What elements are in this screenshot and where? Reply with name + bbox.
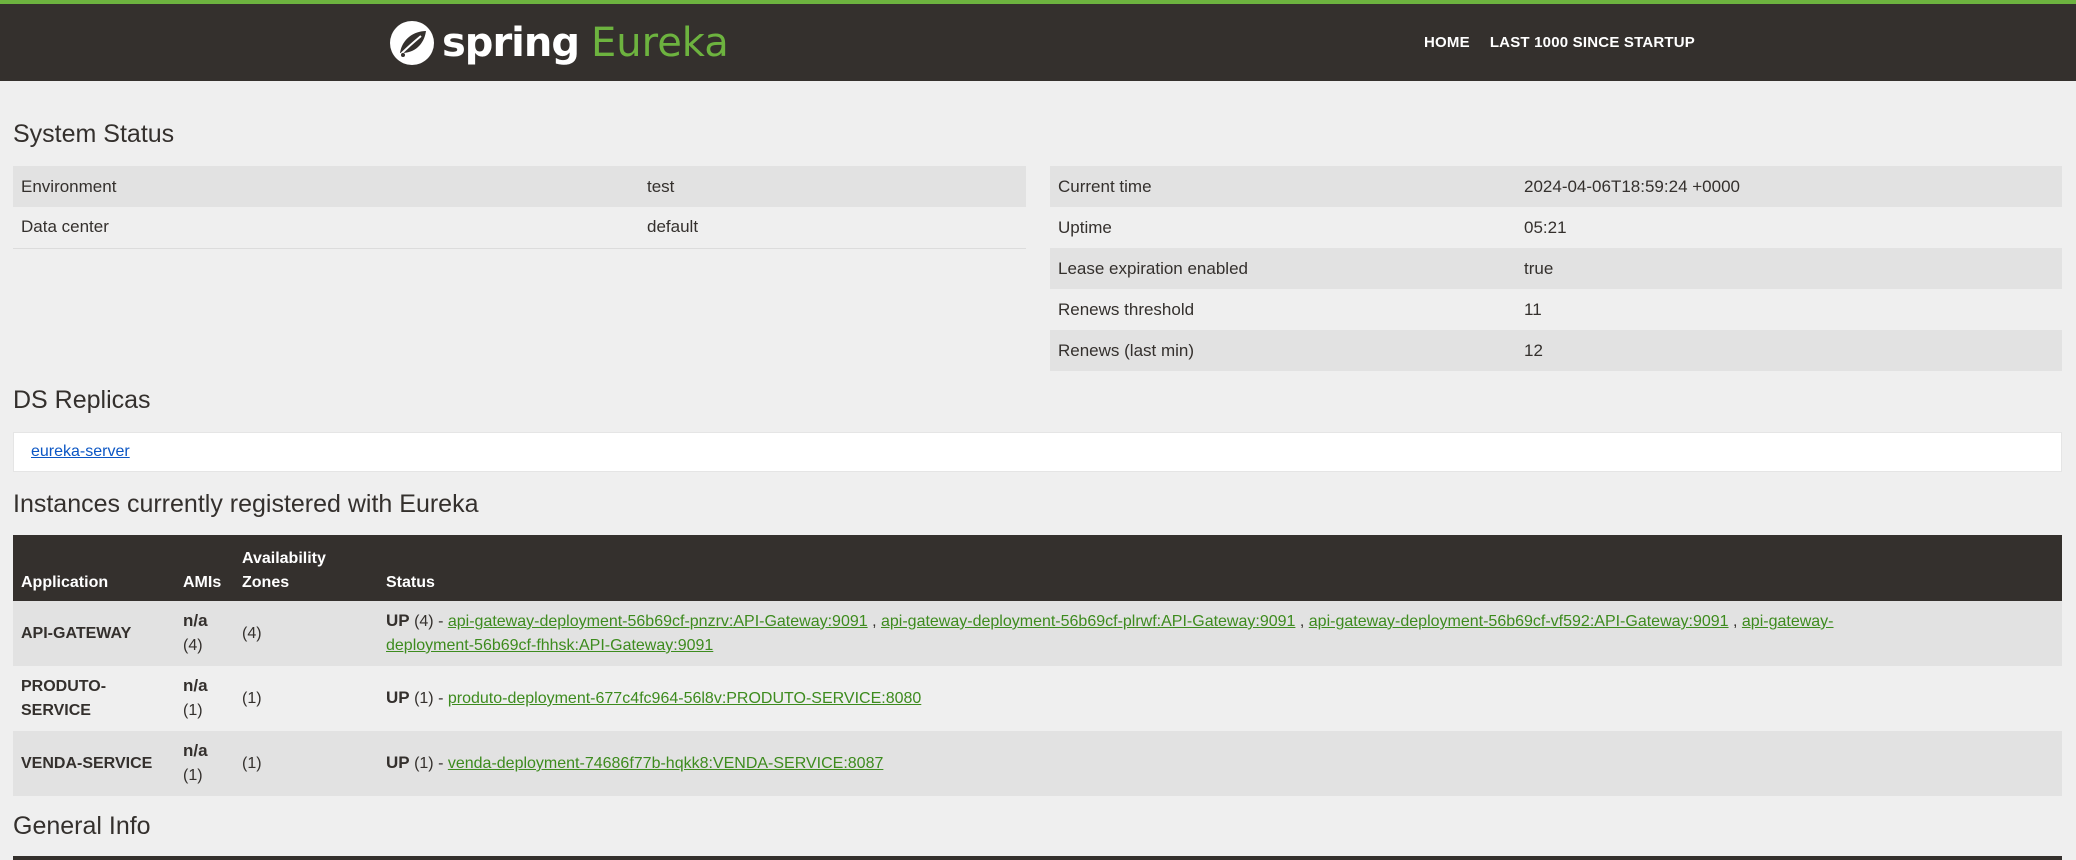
status-row: Current time 2024-04-06T18:59:24 +0000	[1050, 166, 2062, 207]
top-navbar: spring Eureka HOME LAST 1000 SINCE START…	[0, 0, 2076, 81]
amis-cell: n/a (1)	[175, 666, 234, 731]
replica-link[interactable]: eureka-server	[31, 443, 130, 461]
status-cell: UP (1) - venda-deployment-74686f77b-hqkk…	[378, 731, 2062, 796]
status-row: Renews threshold 11	[1050, 289, 2062, 330]
status-up: UP	[386, 688, 410, 707]
general-info-heading: General Info	[13, 812, 151, 840]
instance-link[interactable]: produto-deployment-677c4fc964-56l8v:PROD…	[448, 690, 921, 707]
amis-na: n/a	[183, 676, 208, 695]
app-name: PRODUTO- SERVICE	[13, 666, 175, 731]
status-value: test	[639, 166, 1026, 207]
status-key: Environment	[13, 166, 639, 207]
status-count: (4) -	[414, 613, 444, 630]
status-row: Uptime 05:21	[1050, 207, 2062, 248]
instance-link-part: deployment-56b69cf-fhhsk:API-Gateway:909…	[386, 637, 714, 654]
amis-cell: n/a (4)	[175, 601, 234, 666]
col-zones-line1: Availability	[242, 550, 326, 567]
app-name-line1: PRODUTO-	[21, 677, 107, 695]
status-value: true	[1516, 248, 2062, 289]
col-amis: AMIs	[175, 535, 234, 601]
status-key: Renews threshold	[1050, 289, 1516, 330]
amis-count: (1)	[183, 702, 203, 719]
amis-count: (4)	[183, 637, 203, 654]
instances-table: Application AMIs Availability Zones Stat…	[13, 535, 2062, 796]
general-info-table-header	[13, 856, 2062, 860]
status-value: 12	[1516, 330, 2062, 371]
main-nav: HOME LAST 1000 SINCE STARTUP	[1424, 34, 1695, 51]
instance-link[interactable]: api-gateway-deployment-56b69cf-pnzrv:API…	[448, 613, 868, 630]
zones-cell: (1)	[234, 731, 378, 796]
amis-na: n/a	[183, 741, 208, 760]
status-key: Current time	[1050, 166, 1516, 207]
status-value: 05:21	[1516, 207, 2062, 248]
status-row: Lease expiration enabled true	[1050, 248, 2062, 289]
col-availability-zones: Availability Zones	[234, 535, 378, 601]
col-zones-line2: Zones	[242, 574, 290, 591]
instance-link[interactable]: api-gateway-deployment-56b69cf-plrwf:API…	[881, 613, 1295, 630]
status-value: 2024-04-06T18:59:24 +0000	[1516, 166, 2062, 207]
instance-row: API-GATEWAY n/a (4) (4) UP (4) - api-gat…	[13, 601, 2062, 666]
instances-heading: Instances currently registered with Eure…	[13, 490, 479, 518]
status-count: (1) -	[414, 755, 444, 772]
instance-link[interactable]: venda-deployment-74686f77b-hqkk8:VENDA-S…	[448, 755, 884, 772]
status-row: Data center default	[13, 207, 1026, 249]
amis-count: (1)	[183, 767, 203, 784]
zones-cell: (4)	[234, 601, 378, 666]
status-value: default	[639, 207, 1026, 249]
instance-link[interactable]: api-gateway-deployment-56b69cf-vf592:API…	[1309, 613, 1729, 630]
ds-replicas-heading: DS Replicas	[13, 386, 151, 414]
instance-row: PRODUTO- SERVICE n/a (1) (1) UP (1) - pr…	[13, 666, 2062, 731]
col-application: Application	[13, 535, 175, 601]
spring-eureka-logo[interactable]: spring Eureka	[388, 18, 729, 68]
status-key: Data center	[13, 207, 639, 249]
nav-last-1000-link[interactable]: LAST 1000 SINCE STARTUP	[1490, 34, 1695, 51]
system-status-heading: System Status	[13, 120, 175, 148]
amis-cell: n/a (1)	[175, 731, 234, 796]
system-status-left-table: Environment test Data center default	[13, 166, 1026, 249]
status-value: 11	[1516, 289, 2062, 330]
spring-leaf-icon	[390, 21, 434, 65]
col-status: Status	[378, 535, 2062, 601]
status-cell: UP (4) - api-gateway-deployment-56b69cf-…	[378, 601, 2062, 666]
status-key: Renews (last min)	[1050, 330, 1516, 371]
logo-spring-text: spring	[442, 20, 580, 66]
nav-home-link[interactable]: HOME	[1424, 34, 1470, 51]
instances-header-row: Application AMIs Availability Zones Stat…	[13, 535, 2062, 601]
status-count: (1) -	[414, 690, 444, 707]
status-key: Lease expiration enabled	[1050, 248, 1516, 289]
app-name: VENDA-SERVICE	[13, 731, 175, 796]
app-name: API-GATEWAY	[13, 601, 175, 666]
zones-cell: (1)	[234, 666, 378, 731]
status-up: UP	[386, 753, 410, 772]
amis-na: n/a	[183, 611, 208, 630]
app-name-line2: SERVICE	[21, 701, 91, 719]
status-cell: UP (1) - produto-deployment-677c4fc964-5…	[378, 666, 2062, 731]
instance-link-part: api-gateway-	[1741, 613, 1834, 630]
status-key: Uptime	[1050, 207, 1516, 248]
status-up: UP	[386, 611, 410, 630]
system-status-right-table: Current time 2024-04-06T18:59:24 +0000 U…	[1050, 166, 2062, 371]
status-row: Environment test	[13, 166, 1026, 207]
status-row: Renews (last min) 12	[1050, 330, 2062, 371]
logo-eureka-text: Eureka	[591, 20, 729, 66]
instance-row: VENDA-SERVICE n/a (1) (1) UP (1) - venda…	[13, 731, 2062, 796]
ds-replicas-list: eureka-server	[13, 432, 2062, 472]
